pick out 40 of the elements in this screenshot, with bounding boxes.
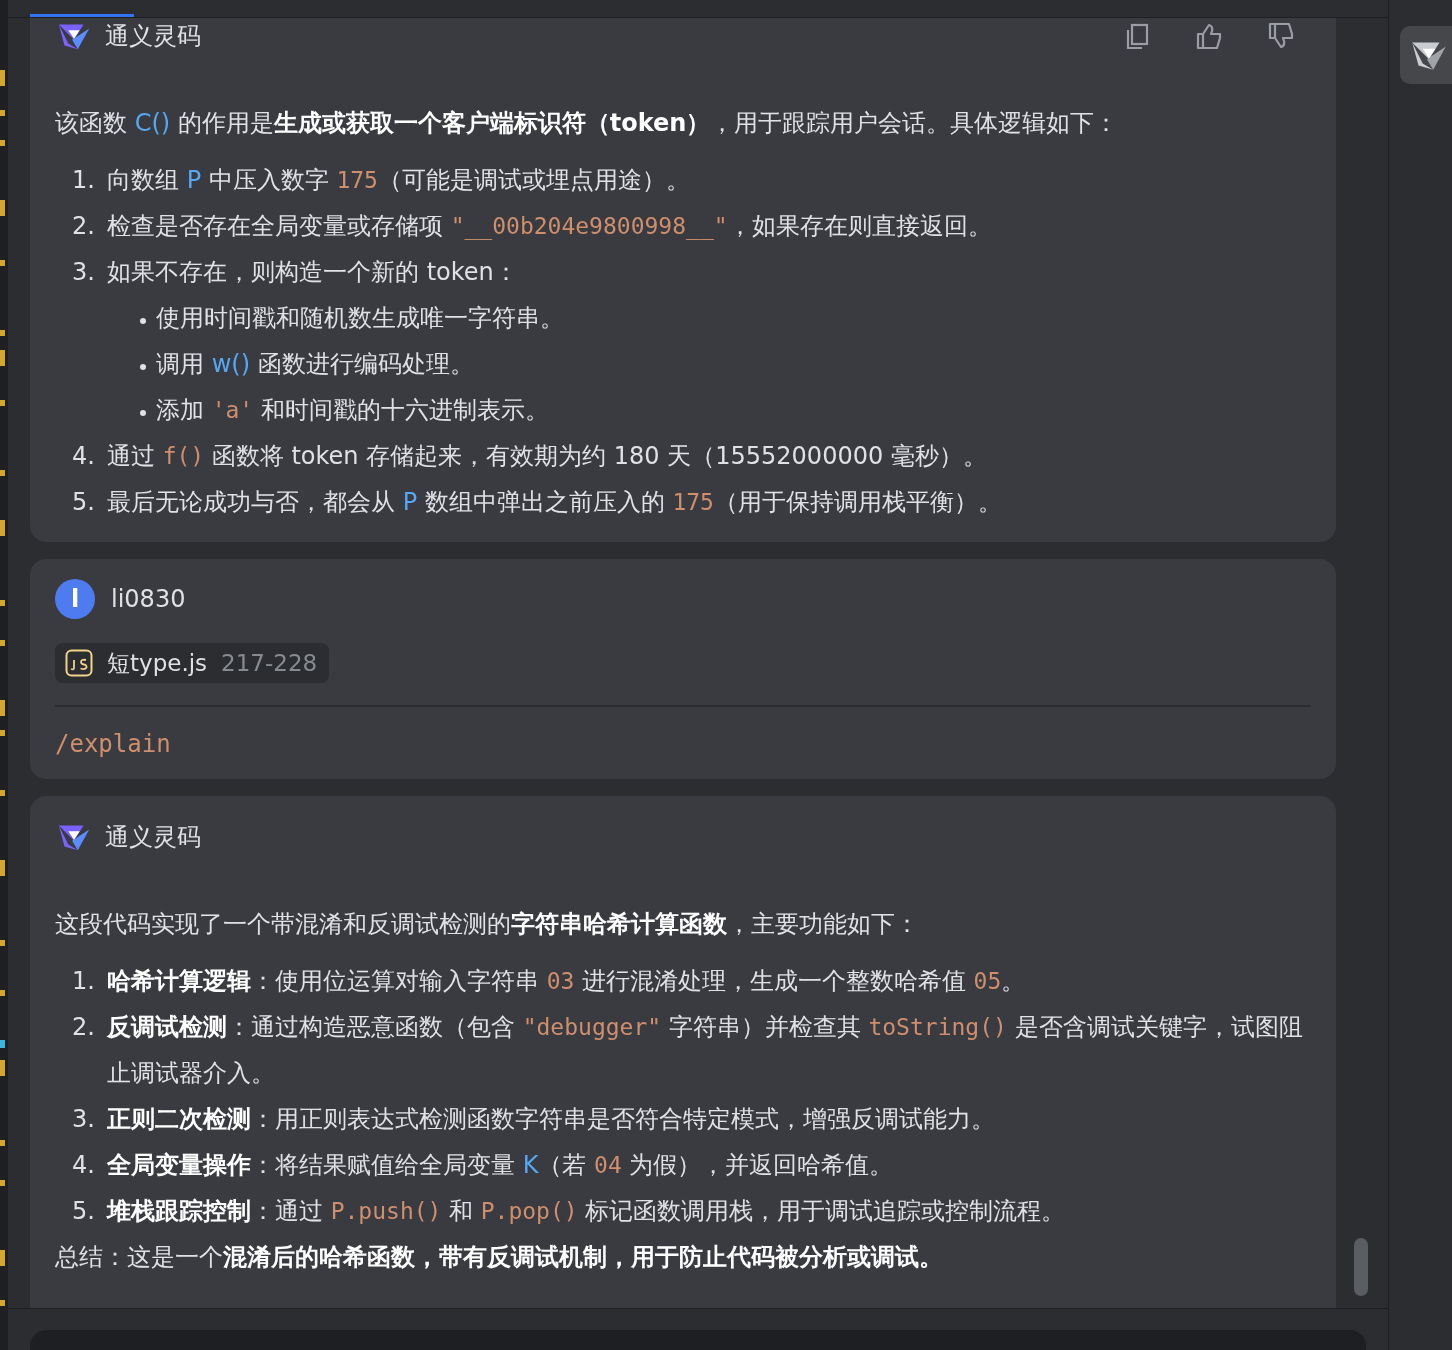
- list-number: 5.: [71, 487, 95, 518]
- list-number: 1.: [71, 165, 95, 196]
- assistant-name: 通义灵码: [105, 21, 201, 52]
- list-item-text: 检查是否存在全局变量或存储项 "__00b204e9800998__"，如果存在则直接返回。: [107, 211, 992, 242]
- scrollbar-thumb[interactable]: [1354, 1238, 1368, 1296]
- bullet-icon: [140, 318, 146, 324]
- user-name: li0830: [111, 585, 186, 613]
- command-text: /explain: [55, 729, 172, 760]
- list-item-text: 哈希计算逻辑：使用位运算对输入字符串 03 进行混淆处理，生成一个整数哈希值 05。: [107, 966, 1026, 997]
- list-item-text: 正则二次检测：用正则表达式检测函数字符串是否符合特定模式，增强反调试能力。: [107, 1104, 995, 1135]
- message-text: 这段代码实现了一个带混淆和反调试检测的字符串哈希计算函数，主要功能如下：: [55, 909, 920, 940]
- assistant-name: 通义灵码: [105, 822, 201, 853]
- list-item-text: 调用 w() 函数进行编码处理。: [156, 349, 474, 380]
- file-reference-chip[interactable]: 短type.js 217-228: [55, 643, 330, 683]
- list-number: 3.: [71, 257, 95, 288]
- list-number: 2.: [71, 211, 95, 242]
- list-item-text: 如果不存在，则构造一个新的 token：: [107, 257, 518, 288]
- list-number: 3.: [71, 1104, 95, 1135]
- list-item-text: 全局变量操作：将结果赋值给全局变量 K（若 04 为假），并返回哈希值。: [107, 1150, 894, 1181]
- list-number: 5.: [71, 1196, 95, 1227]
- list-number: 4.: [71, 441, 95, 472]
- message-text: 总结：这是一个混淆后的哈希函数，带有反调试机制，用于防止代码被分析或调试。: [55, 1242, 944, 1273]
- user-avatar: l: [55, 579, 95, 619]
- list-item-text: 堆栈跟踪控制：通过 P.push() 和 P.pop() 标记函数调用栈，用于调试追踪或控制流程。: [107, 1196, 1066, 1227]
- assistant-sidebar-button[interactable]: [1400, 26, 1452, 84]
- list-item-text: 使用时间戳和随机数生成唯一字符串。: [156, 303, 564, 334]
- list-number: 1.: [71, 966, 95, 997]
- bullet-icon: [140, 410, 146, 416]
- js-file-icon: [65, 649, 93, 677]
- list-item-text: 添加 'a' 和时间戳的十六进制表示。: [156, 395, 549, 426]
- list-item-text: 反调试检测：通过构造恶意函数（包含 "debugger" 字符串）并检查其 toString() 是否含调试关键字，试图阻止调试器介入。: [107, 1012, 1304, 1089]
- list-number: 4.: [71, 1150, 95, 1181]
- thumbs-down-button[interactable]: [1267, 22, 1295, 50]
- list-number: 2.: [71, 1012, 95, 1043]
- thumbs-up-button[interactable]: [1195, 22, 1223, 50]
- list-item-text: 最后无论成功与否，都会从 P 数组中弹出之前压入的 175（用于保持调用栈平衡）。: [107, 487, 1002, 518]
- bullet-icon: [140, 364, 146, 370]
- list-item-text: 通过 f() 函数将 token 存储起来，有效期为约 180 天（15552000000 毫秒）。: [107, 441, 987, 472]
- message-text: 该函数 C() 的作用是生成或获取一个客户端标识符（token），用于跟踪用户会话。具体逻辑如下：: [55, 108, 1120, 139]
- list-item-text: 向数组 P 中压入数字 175（可能是调试或埋点用途）。: [107, 165, 690, 196]
